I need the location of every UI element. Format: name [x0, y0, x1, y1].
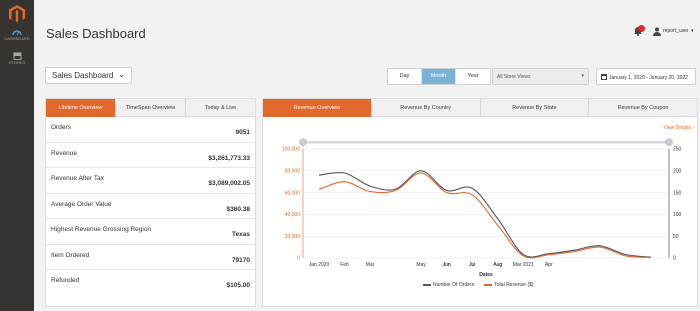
period-day-button[interactable]: Day: [388, 69, 422, 84]
period-switcher: Day Month Year: [387, 68, 491, 85]
page-title: Sales Dashboard: [46, 26, 146, 41]
y-left-tick-label: 20,000: [285, 234, 301, 240]
chart-legend: Number Of Orders Total Revenue ($): [423, 282, 534, 288]
stat-label: Revenue: [51, 149, 78, 157]
y-left-tick-label: 40,000: [285, 212, 301, 218]
sidebar-item-dashboard[interactable]: DASHBOARD: [0, 28, 34, 48]
stat-row-revenue-after-tax: Revenue After Tax $3,089,002.05: [46, 168, 255, 194]
range-slider-handle-left[interactable]: [299, 138, 307, 146]
view-details-link[interactable]: View Details ›: [664, 125, 694, 131]
stat-value: 79170: [231, 256, 250, 264]
period-year-button[interactable]: Year: [456, 69, 490, 84]
tab-revenue-overview[interactable]: Revenue Overview: [263, 99, 372, 117]
stat-value: $3,261,773.33: [208, 154, 250, 162]
stat-label: Item Ordered: [51, 251, 90, 259]
tab-today-live[interactable]: Today & Live: [186, 99, 255, 117]
stat-row-item-ordered: Item Ordered 79170: [46, 245, 255, 270]
stat-value: 9051: [235, 129, 250, 136]
date-range-value: January 1, 2020 - January 20, 2022: [609, 75, 688, 81]
y-left-tick-label: 100,000: [282, 147, 300, 153]
y-left-tick-label: 80,000: [285, 169, 301, 175]
magento-logo-icon[interactable]: [9, 5, 25, 23]
x-tick-label: Jan 2020: [309, 262, 330, 268]
revenue-chart-panel: Revenue Overview Revenue By Country Reve…: [262, 98, 698, 307]
x-tick-label: Aug: [493, 262, 502, 268]
tab-lifetime-overview[interactable]: Lifetime Overview: [46, 99, 116, 117]
stat-label: Refunded: [51, 277, 80, 284]
x-tick-label: Mar: [366, 262, 375, 268]
page-header: Sales Dashboard: [34, 0, 700, 60]
x-tick-label: Apr: [545, 262, 553, 268]
stat-row-refunded: Refunded $105.00: [46, 270, 255, 296]
x-tick-label: Jun: [443, 262, 451, 268]
dashboard-select[interactable]: Sales Dashboard ⌄: [45, 67, 132, 84]
dashboard-icon: [12, 30, 22, 36]
calendar-icon: [601, 74, 607, 80]
y-right-tick-label: 150: [673, 190, 682, 196]
x-tick-label: May: [416, 262, 426, 268]
stat-label: Orders: [51, 124, 71, 131]
stat-label: Revenue After Tax: [51, 175, 104, 182]
store-view-value: All Store Views: [497, 74, 531, 80]
stats-panel: Lifetime Overview TimeSpan Overview Toda…: [45, 98, 256, 307]
stores-icon: [13, 52, 21, 60]
y-left-tick-label: 0: [297, 256, 300, 262]
range-slider-track[interactable]: [303, 141, 669, 144]
date-range-picker[interactable]: January 1, 2020 - January 20, 2022: [596, 68, 696, 85]
tab-revenue-by-country[interactable]: Revenue By Country: [371, 99, 481, 117]
stat-row-average-order-value: Average Order Value $360.38: [46, 194, 255, 219]
user-name[interactable]: report_user: [663, 28, 689, 34]
x-tick-label: Mar 2021: [513, 262, 534, 268]
revenue-line-chart: 0 0 20,000 50 40,000 100 60,000 150 80,000 200 100…: [282, 138, 682, 278]
chart-tabs: Revenue Overview Revenue By Country Reve…: [263, 99, 697, 117]
period-month-button[interactable]: Month: [422, 69, 456, 84]
x-tick-label: Jul: [469, 262, 475, 268]
user-icon[interactable]: [653, 27, 661, 36]
chevron-down-icon: ▾: [581, 73, 584, 79]
dashboard-select-value: Sales Dashboard: [52, 71, 114, 80]
x-tick-label: Feb: [340, 262, 349, 268]
sidebar-item-stores[interactable]: STORES: [0, 52, 34, 70]
sidebar-item-label: DASHBOARD: [4, 36, 30, 41]
legend-item-orders[interactable]: Number Of Orders: [423, 282, 474, 288]
chevron-down-icon: ⌄: [118, 70, 125, 79]
stat-row-orders: Orders 9051: [46, 117, 255, 143]
store-view-select[interactable]: All Store Views ▾: [492, 68, 589, 85]
admin-sidebar: DASHBOARD STORES: [0, 0, 34, 311]
stat-label: Highest Revenue Grossing Region: [51, 226, 152, 233]
stat-value: Texas: [232, 231, 250, 238]
stat-label: Average Order Value: [51, 200, 112, 208]
y-right-tick-label: 100: [673, 212, 682, 218]
orders-series-line: [318, 170, 652, 258]
y-right-tick-label: 50: [673, 234, 679, 240]
y-left-tick-label: 60,000: [285, 190, 301, 196]
stats-tabs: Lifetime Overview TimeSpan Overview Toda…: [46, 99, 255, 117]
legend-label: Total Revenue ($): [494, 282, 534, 288]
stat-value: $105.00: [226, 282, 251, 289]
user-menu-caret-icon[interactable]: ▾: [691, 28, 694, 34]
stat-value: $360.38: [226, 205, 251, 213]
x-axis-title: Dates: [479, 272, 493, 278]
tab-revenue-by-coupon[interactable]: Revenue By Coupon: [589, 99, 697, 117]
stat-row-highest-region: Highest Revenue Grossing Region Texas: [46, 219, 255, 245]
stat-value: $3,089,002.05: [208, 180, 250, 187]
legend-item-revenue[interactable]: Total Revenue ($): [484, 282, 534, 288]
sidebar-item-label: STORES: [8, 60, 26, 65]
notification-badge: [638, 25, 645, 32]
legend-swatch: [423, 284, 431, 286]
tab-timespan-overview[interactable]: TimeSpan Overview: [116, 99, 186, 117]
range-slider-handle-right[interactable]: [665, 138, 673, 146]
legend-label: Number Of Orders: [433, 282, 475, 288]
legend-swatch: [484, 284, 493, 286]
stat-row-revenue: Revenue $3,261,773.33: [46, 143, 255, 168]
y-right-tick-label: 200: [673, 169, 682, 175]
y-right-tick-label: 250: [673, 147, 682, 153]
tab-revenue-by-state[interactable]: Revenue By State: [480, 99, 590, 117]
y-right-tick-label: 0: [673, 256, 676, 262]
